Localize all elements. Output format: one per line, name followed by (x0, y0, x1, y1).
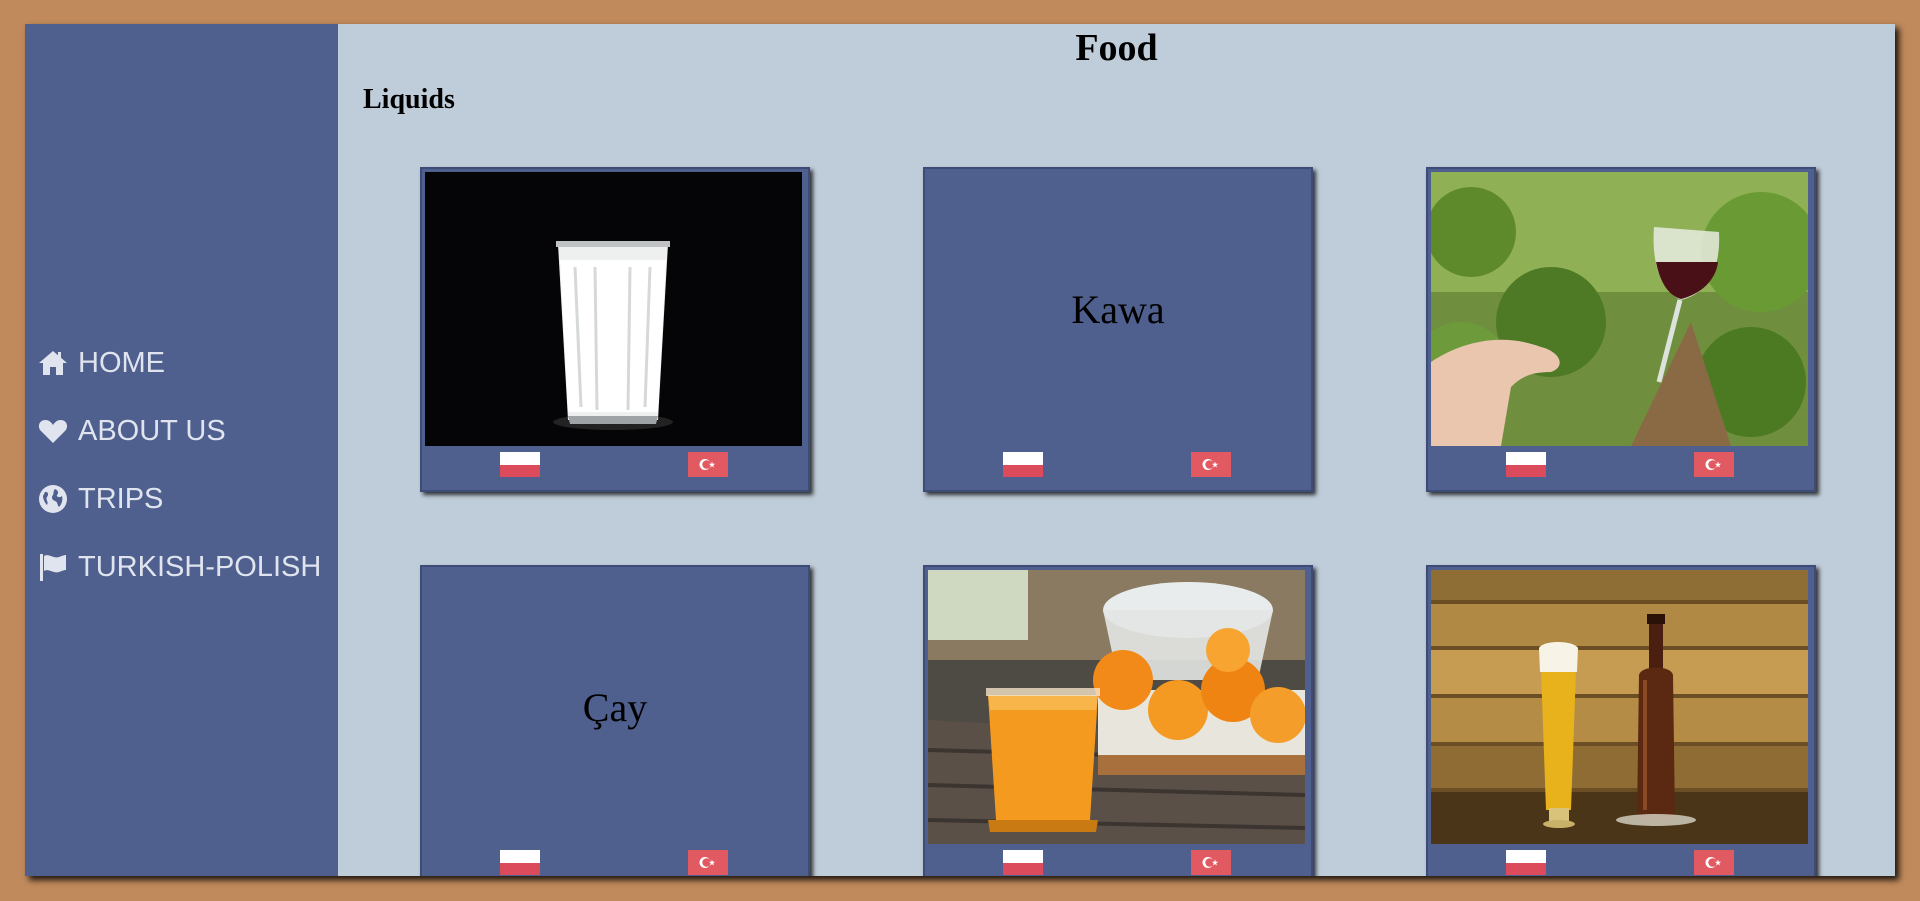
card-flags (422, 850, 808, 876)
sidebar: HOME ABOUT US TRIPS TURKISH-POLISH (25, 24, 338, 876)
globe-icon (39, 485, 67, 513)
section-title: Liquids (363, 84, 455, 115)
nav-item-turkish-polish[interactable]: TURKISH-POLISH (37, 533, 321, 601)
poland-flag-icon[interactable] (1003, 452, 1043, 477)
nav-item-home[interactable]: HOME (37, 329, 321, 397)
heart-icon (38, 420, 68, 443)
glass-of-milk-image (425, 172, 802, 446)
nav-menu: HOME ABOUT US TRIPS TURKISH-POLISH (37, 329, 321, 601)
card-milk[interactable] (420, 167, 810, 492)
turkey-flag-icon[interactable] (1191, 452, 1231, 477)
nav-item-trips[interactable]: TRIPS (37, 465, 321, 533)
nav-item-label: HOME (78, 346, 165, 379)
home-icon (39, 351, 67, 375)
poland-flag-icon[interactable] (500, 850, 540, 875)
card-flags (925, 452, 1311, 478)
poland-flag-icon[interactable] (1506, 452, 1546, 477)
turkey-flag-icon[interactable] (688, 850, 728, 875)
card-flags (925, 850, 1311, 876)
card-beer[interactable] (1426, 565, 1816, 876)
nav-item-label: TURKISH-POLISH (78, 550, 322, 583)
poland-flag-icon[interactable] (500, 452, 540, 477)
poland-flag-icon[interactable] (1003, 850, 1043, 875)
flag-icon (40, 554, 66, 581)
card-word: Kawa (1071, 286, 1165, 332)
turkey-flag-icon[interactable] (688, 452, 728, 477)
nav-item-about-us[interactable]: ABOUT US (37, 397, 321, 465)
card-flags (1428, 850, 1814, 876)
main-content: Food Liquids Kawa Çay (338, 24, 1895, 876)
glass-of-red-wine-image (1431, 172, 1808, 446)
orange-juice-image (928, 570, 1305, 844)
card-orange-juice[interactable] (923, 565, 1313, 876)
card-kawa[interactable]: Kawa (923, 167, 1313, 492)
turkey-flag-icon[interactable] (1694, 452, 1734, 477)
turkey-flag-icon[interactable] (1191, 850, 1231, 875)
app-frame: HOME ABOUT US TRIPS TURKISH-POLISH Food … (25, 24, 1895, 876)
card-flags (1428, 452, 1814, 478)
page-title: Food (1075, 27, 1158, 69)
nav-item-label: TRIPS (78, 482, 164, 515)
card-word: Çay (582, 684, 648, 730)
poland-flag-icon[interactable] (1506, 850, 1546, 875)
nav-item-label: ABOUT US (78, 414, 226, 447)
turkey-flag-icon[interactable] (1694, 850, 1734, 875)
card-cay[interactable]: Çay (420, 565, 810, 876)
card-wine[interactable] (1426, 167, 1816, 492)
beer-glass-and-bottle-image (1431, 570, 1808, 844)
card-flags (422, 452, 808, 478)
